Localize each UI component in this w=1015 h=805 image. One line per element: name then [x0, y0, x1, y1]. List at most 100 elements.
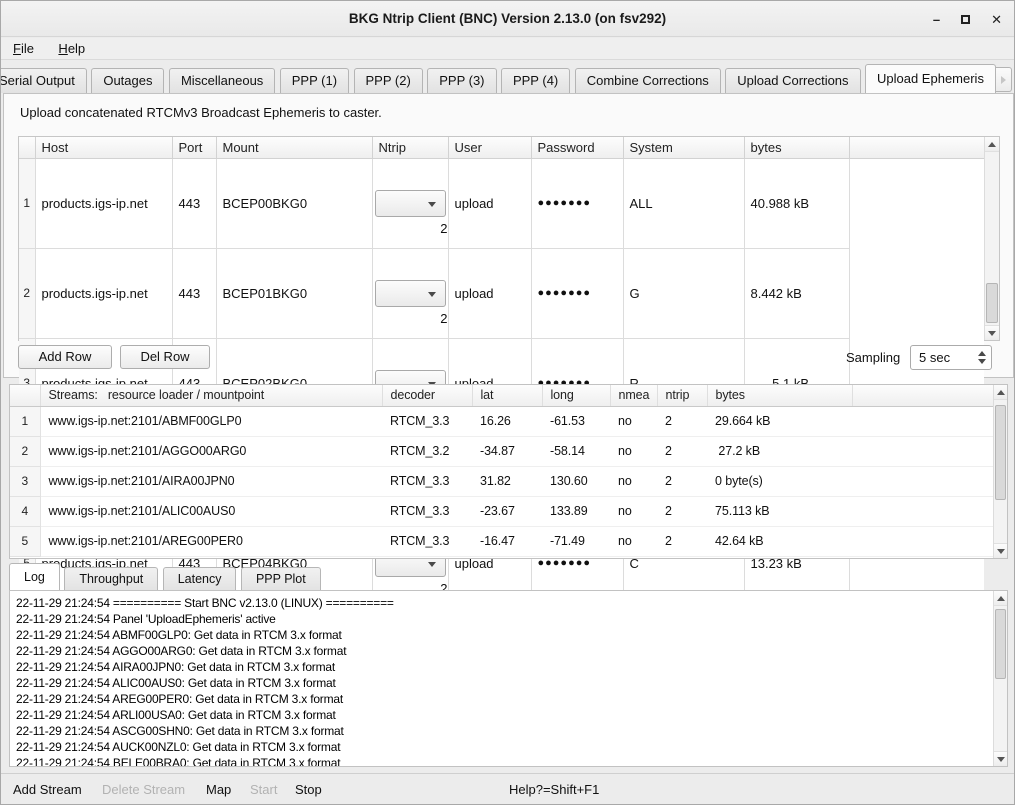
cell-password[interactable]: ●●●●●●● [531, 158, 623, 248]
ntrip-version-dropdown[interactable]: 2s [375, 280, 446, 307]
stream-row[interactable]: 5 www.igs-ip.net:2101/AREG00PER0 RTCM_3.… [10, 526, 995, 556]
header-bytes: bytes [744, 137, 849, 158]
cell-bytes: 75.113 kB [707, 496, 852, 526]
cell-user[interactable]: upload [448, 158, 531, 248]
tab-ppp-1[interactable]: PPP (1) [280, 68, 349, 93]
scrollbar-thumb[interactable] [986, 283, 998, 323]
add-row-button[interactable]: Add Row [18, 345, 112, 369]
header-ntrip: ntrip [657, 385, 707, 406]
tab-combine-corrections[interactable]: Combine Corrections [575, 68, 721, 93]
tab-ppp-plot[interactable]: PPP Plot [241, 567, 321, 590]
cell-nmea: no [610, 406, 657, 436]
cell-nmea: no [610, 526, 657, 556]
log-output: 22-11-29 21:24:54 ========== Start BNC v… [9, 590, 1008, 767]
tab-scroll-right-icon [995, 67, 1012, 92]
down-triangle-glyph [997, 549, 1005, 554]
header-long: long [542, 385, 610, 406]
row-number[interactable]: 1 [10, 406, 40, 436]
cell-host[interactable]: products.igs-ip.net [35, 248, 172, 338]
tab-ppp-2[interactable]: PPP (2) [354, 68, 423, 93]
maximize-icon[interactable] [961, 13, 970, 26]
upload-table-scrollbar[interactable] [984, 137, 999, 340]
scroll-down-icon[interactable] [985, 325, 999, 340]
scroll-up-icon[interactable] [994, 385, 1007, 400]
log-scrollbar[interactable] [993, 591, 1007, 766]
map-action[interactable]: Map [206, 774, 231, 805]
ntrip-version-dropdown[interactable]: 2s [375, 190, 446, 217]
stream-row[interactable]: 3 www.igs-ip.net:2101/AIRA00JPN0 RTCM_3.… [10, 466, 995, 496]
cell-password[interactable]: ●●●●●●● [531, 248, 623, 338]
cell-mount[interactable]: BCEP01BKG0 [216, 248, 372, 338]
cell-mount[interactable]: BCEP00BKG0 [216, 158, 372, 248]
spin-up-icon[interactable] [978, 351, 986, 356]
row-number[interactable]: 4 [10, 496, 40, 526]
cell-nmea: no [610, 436, 657, 466]
log-line: 22-11-29 21:24:54 AGGO00ARG0: Get data i… [16, 643, 1007, 659]
cell-port[interactable]: 443 [172, 158, 216, 248]
del-row-button[interactable]: Del Row [120, 345, 210, 369]
tab-throughput[interactable]: Throughput [64, 567, 158, 590]
header-filler [852, 385, 995, 406]
cell-host[interactable]: products.igs-ip.net [35, 158, 172, 248]
chevron-down-icon [428, 292, 436, 297]
cell-ntrip: 2 [657, 436, 707, 466]
tab-ppp-3[interactable]: PPP (3) [427, 68, 496, 93]
spin-down-icon[interactable] [978, 359, 986, 364]
scroll-down-icon[interactable] [994, 751, 1007, 766]
cell-system[interactable]: ALL [623, 158, 744, 248]
menu-file[interactable]: File [13, 38, 34, 59]
sampling-spinner[interactable]: 5 sec [910, 345, 992, 370]
title-bar: BKG Ntrip Client (BNC) Version 2.13.0 (o… [1, 1, 1014, 37]
row-number[interactable]: 3 [10, 466, 40, 496]
streams-scrollbar[interactable] [993, 385, 1007, 558]
stream-row[interactable]: 4 www.igs-ip.net:2101/ALIC00AUS0 RTCM_3.… [10, 496, 995, 526]
add-stream-action[interactable]: Add Stream [13, 774, 82, 805]
start-action: Start [250, 774, 277, 805]
cell-decoder: RTCM_3.3 [382, 466, 472, 496]
row-number[interactable]: 2 [10, 436, 40, 466]
scrollbar-thumb[interactable] [995, 609, 1006, 679]
cell-ntrip: 2 [657, 526, 707, 556]
chevron-down-icon [428, 202, 436, 207]
log-line: 22-11-29 21:24:54 ARLI00USA0: Get data i… [16, 707, 1007, 723]
streams-header-row: Streams: resource loader / mountpoint de… [10, 385, 995, 406]
scroll-up-icon[interactable] [994, 591, 1007, 606]
row-number[interactable]: 2 [19, 248, 35, 338]
down-triangle-glyph [997, 757, 1005, 762]
tab-log[interactable]: Log [9, 563, 60, 590]
scroll-down-icon[interactable] [994, 543, 1007, 558]
log-line: 22-11-29 21:24:54 AREG00PER0: Get data i… [16, 691, 1007, 707]
close-icon[interactable]: ✕ [991, 13, 1002, 26]
cell-user[interactable]: upload [448, 248, 531, 338]
up-triangle-glyph [997, 390, 1005, 395]
chevron-down-icon [428, 562, 436, 567]
tab-upload-ephemeris[interactable]: Upload Ephemeris [865, 64, 996, 93]
stream-row[interactable]: 1 www.igs-ip.net:2101/ABMF00GLP0 RTCM_3.… [10, 406, 995, 436]
tab-upload-corrections[interactable]: Upload Corrections [725, 68, 860, 93]
scroll-up-icon[interactable] [985, 137, 999, 152]
right-triangle-glyph [1001, 76, 1006, 84]
stop-action[interactable]: Stop [295, 774, 322, 805]
tab-latency[interactable]: Latency [163, 567, 237, 590]
cell-long: 133.89 [542, 496, 610, 526]
up-triangle-glyph [988, 142, 996, 147]
cell-bytes: 40.988 kB [744, 158, 849, 248]
help-hint: Help?=Shift+F1 [509, 774, 599, 805]
tab-miscellaneous[interactable]: Miscellaneous [169, 68, 275, 93]
cell-filler [852, 436, 995, 466]
cell-long: -71.49 [542, 526, 610, 556]
row-number[interactable]: 5 [10, 526, 40, 556]
scrollbar-thumb[interactable] [995, 405, 1006, 500]
cell-filler [852, 496, 995, 526]
minimize-icon[interactable]: – [933, 13, 940, 26]
tab-ppp-4[interactable]: PPP (4) [501, 68, 570, 93]
menu-help[interactable]: Help [58, 38, 85, 59]
tab-outages[interactable]: Outages [91, 68, 164, 93]
cell-decoder: RTCM_3.3 [382, 496, 472, 526]
stream-row[interactable]: 2 www.igs-ip.net:2101/AGGO00ARG0 RTCM_3.… [10, 436, 995, 466]
row-number[interactable]: 1 [19, 158, 35, 248]
cell-system[interactable]: G [623, 248, 744, 338]
tab-serial-output[interactable]: Serial Output [1, 68, 87, 93]
cell-port[interactable]: 443 [172, 248, 216, 338]
cell-bytes: 27.2 kB [707, 436, 852, 466]
